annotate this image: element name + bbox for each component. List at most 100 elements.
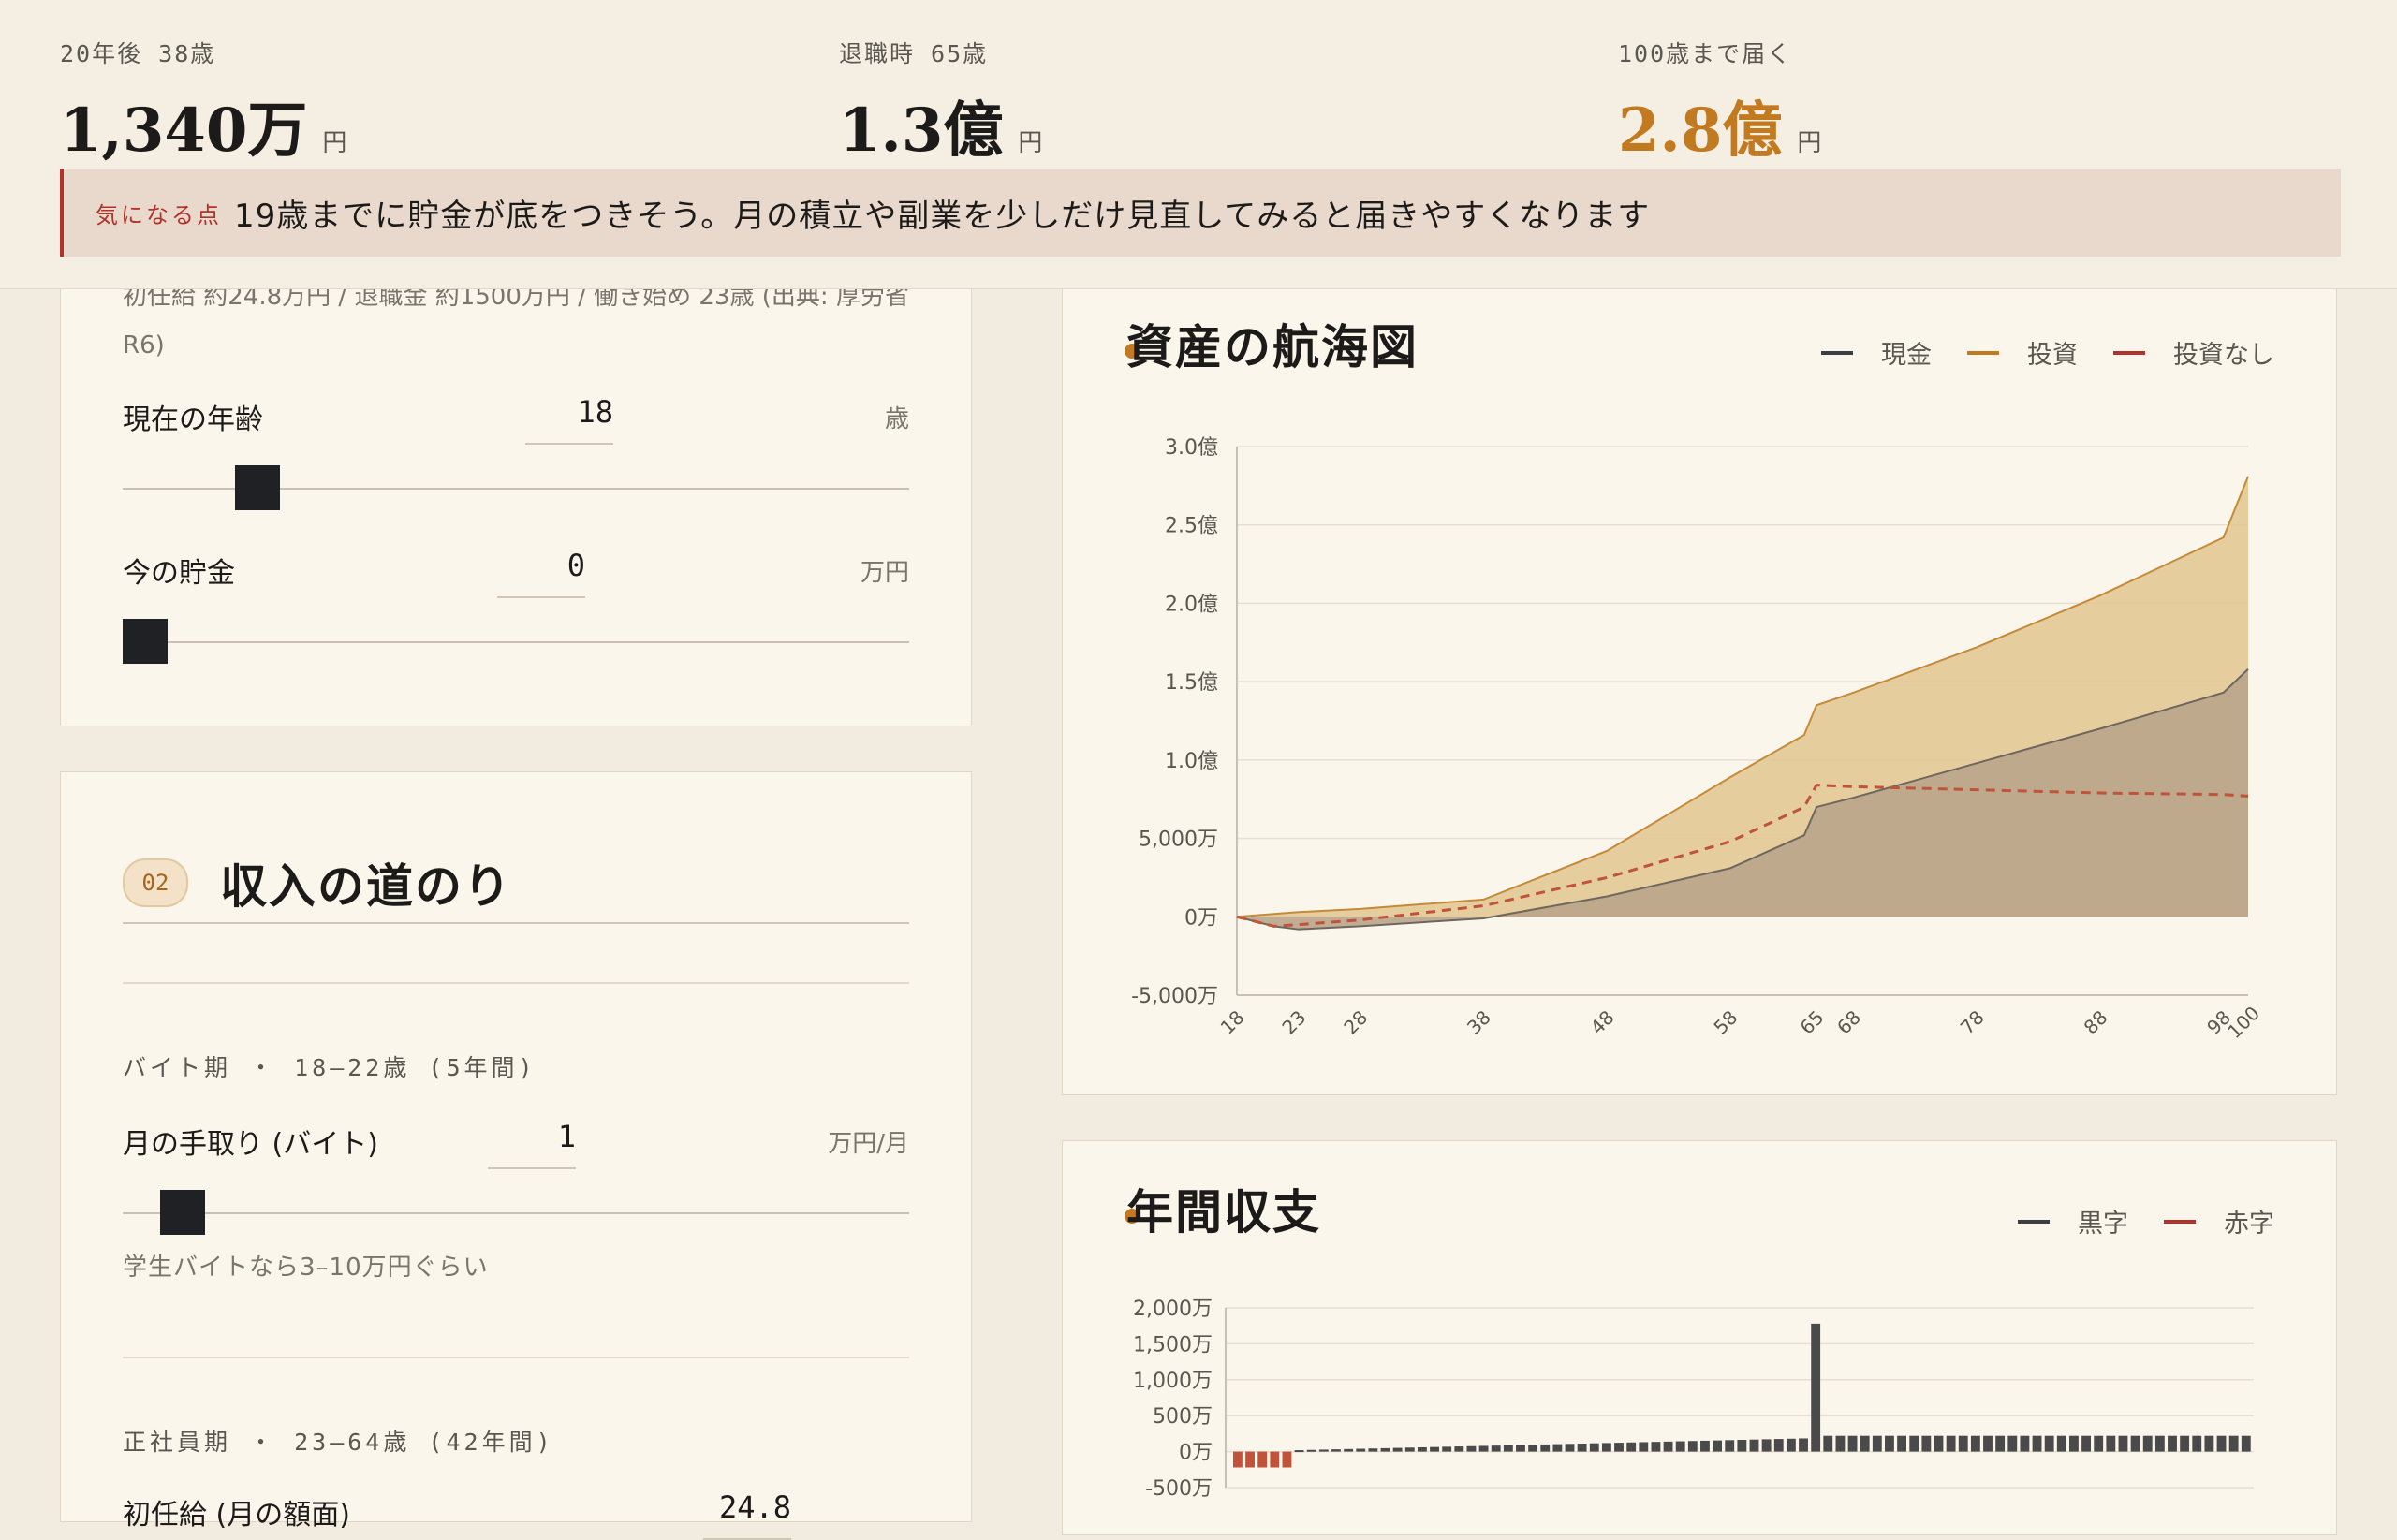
bar	[1860, 1435, 1870, 1452]
y-tick-label: 2.0億	[1165, 593, 1218, 616]
x-tick-label: 48	[1586, 1006, 1619, 1039]
bar	[1528, 1445, 1538, 1452]
warning-banner: 気になる点 19歳までに貯金が底をつきそう。月の積立や副業を少しだけ見直してみる…	[60, 169, 2341, 257]
bar	[1491, 1445, 1501, 1452]
bar	[2056, 1435, 2066, 1452]
bar	[1897, 1435, 1907, 1452]
bar	[1601, 1443, 1611, 1452]
section-number-badge: 02	[123, 858, 188, 907]
income-card: 02 収入の道のり バイト期 ・ 18–22歳 (5年間) 月の手取り (バイト…	[60, 771, 972, 1540]
asset-chart-card: 資産の航海図 現金 投資 投資なし -5,000万 0万 5,000万 1.0億 1.5…	[1062, 262, 2337, 1095]
bar	[1565, 1444, 1575, 1452]
bar	[1552, 1444, 1563, 1452]
savings-slider-thumb[interactable]	[123, 619, 168, 664]
bar	[1503, 1445, 1513, 1452]
bar	[2007, 1435, 2018, 1452]
bar	[1344, 1448, 1354, 1452]
stat-label: 退職時 65歳	[839, 40, 989, 67]
summary-bar: 20年後 38歳 1,340万 円 退職時 65歳 1.3億 円 100歳まで届…	[0, 0, 2397, 289]
bar	[1847, 1435, 1858, 1452]
bar	[1478, 1445, 1489, 1452]
bar	[2032, 1435, 2042, 1452]
y-tick-label: 2.5億	[1165, 515, 1218, 538]
stat-value: 1.3億	[839, 95, 1004, 166]
period-label-full-time: 正社員期 ・ 23–64歳 (42年間)	[123, 1429, 554, 1456]
bar	[1380, 1447, 1390, 1452]
field-unit: 歳	[884, 405, 909, 433]
bar	[1540, 1444, 1551, 1452]
annual-chart-card: 年間収支 黒字 赤字 -500万 0万 500万 1,000万 1,500万 2,000万	[1062, 1140, 2337, 1535]
bar	[2069, 1435, 2079, 1452]
x-tick-label: 28	[1339, 1006, 1372, 1039]
bar	[2142, 1435, 2153, 1452]
y-tick-label: 1,000万	[1133, 1370, 1213, 1393]
field-unit: 万円/月	[828, 1130, 909, 1158]
savings-slider-track[interactable]	[123, 641, 909, 643]
bar	[2241, 1435, 2251, 1452]
stat-20-years: 20年後 38歳 1,340万 円	[60, 36, 346, 169]
bar	[1626, 1442, 1637, 1452]
bar	[1331, 1449, 1341, 1452]
y-tick-label: 0万	[1184, 906, 1218, 930]
bar	[1466, 1445, 1477, 1452]
period-label-part-time: バイト期 ・ 18–22歳 (5年間)	[123, 1054, 537, 1081]
bar	[1651, 1442, 1661, 1452]
part-time-income-input[interactable]: 1	[488, 1119, 576, 1169]
bar	[1811, 1323, 1821, 1452]
y-tick-label: 5,000万	[1139, 829, 1218, 852]
stat-value: 2.8億	[1618, 95, 1783, 166]
bar	[1946, 1435, 1956, 1452]
current-age-input[interactable]: 18	[525, 394, 613, 445]
x-tick-label: 38	[1463, 1006, 1495, 1039]
bar	[1675, 1441, 1685, 1452]
stat-unit: 円	[1797, 129, 1822, 157]
starting-salary-input[interactable]: 24.8	[703, 1489, 791, 1540]
field-unit: 万円	[860, 559, 909, 587]
bar	[1639, 1442, 1649, 1452]
bar	[1368, 1448, 1378, 1452]
bar	[2130, 1435, 2140, 1452]
bar	[1909, 1435, 1919, 1452]
y-tick-label: 0万	[1179, 1442, 1213, 1465]
bar	[1687, 1441, 1698, 1452]
age-slider-thumb[interactable]	[235, 465, 280, 510]
bar	[1270, 1451, 1280, 1468]
savings-input[interactable]: 0	[497, 548, 585, 598]
bar	[1356, 1448, 1366, 1452]
bar	[2204, 1435, 2214, 1452]
bar	[2106, 1435, 2116, 1452]
x-tick-label: 78	[1956, 1006, 1989, 1039]
bar	[1995, 1435, 2006, 1452]
section-header: 02 収入の道のり	[123, 829, 909, 924]
y-tick-label: 500万	[1153, 1405, 1213, 1429]
stat-age-100: 100歳まで届く 2.8億 円	[1618, 36, 1821, 169]
annual-chart: -500万 0万 500万 1,000万 1,500万 2,000万	[1133, 1298, 2254, 1501]
y-tick-label: 2,000万	[1133, 1298, 1213, 1321]
part-time-slider-track[interactable]	[123, 1212, 909, 1214]
bar	[1921, 1435, 1932, 1452]
bar	[1737, 1440, 1747, 1452]
y-tick-label: 1,500万	[1133, 1333, 1213, 1357]
bar	[1392, 1447, 1403, 1452]
field-label: 今の貯金	[123, 557, 235, 590]
x-tick-label: 68	[1832, 1006, 1865, 1039]
x-tick-label: 100	[2223, 1002, 2264, 1043]
part-time-slider-thumb[interactable]	[160, 1190, 205, 1235]
warning-tag: 気になる点	[96, 201, 222, 228]
stat-value: 1,340万	[60, 95, 308, 166]
bar	[2168, 1435, 2177, 1452]
bar	[1713, 1440, 1723, 1452]
y-tick-label: 1.0億	[1165, 750, 1218, 773]
bar	[2094, 1435, 2104, 1452]
stat-label: 20年後 38歳	[60, 40, 216, 67]
x-tick-label: 18	[1216, 1006, 1249, 1039]
y-tick-label: -5,000万	[1131, 985, 1218, 1008]
bar	[1257, 1451, 1268, 1468]
bar	[1749, 1439, 1759, 1452]
bar	[1799, 1438, 1808, 1452]
bar	[2180, 1435, 2190, 1452]
field-label: 月の手取り (バイト)	[123, 1128, 378, 1161]
bar	[1417, 1446, 1427, 1452]
bar	[1318, 1449, 1329, 1452]
bar	[1773, 1439, 1784, 1452]
